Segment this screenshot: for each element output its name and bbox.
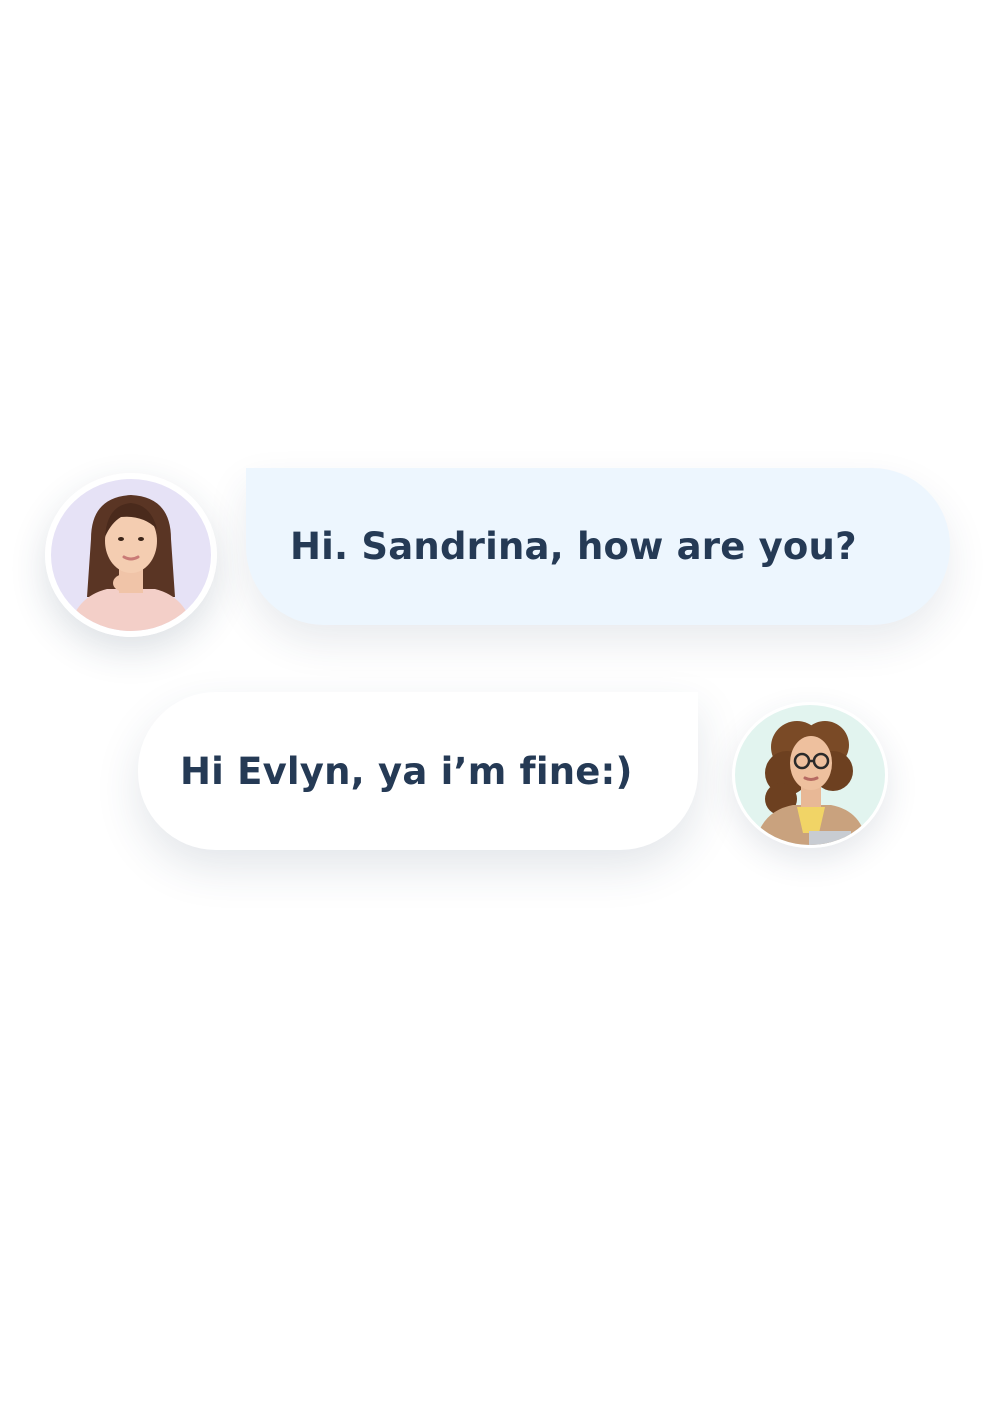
avatar-sandrina (732, 702, 888, 848)
message-bubble-outgoing: Hi Evlyn, ya i’m fine:) (138, 692, 698, 850)
message-bubble-incoming: Hi. Sandrina, how are you? (246, 468, 950, 625)
woman-curly-hair-glasses-avatar (735, 705, 885, 845)
message-text: Hi. Sandrina, how are you? (290, 525, 857, 568)
chat-conversation: Hi. Sandrina, how are you? Hi Evlyn, ya … (0, 0, 992, 1403)
avatar-evlyn (45, 473, 217, 637)
woman-long-brown-hair-avatar (51, 479, 211, 631)
message-text: Hi Evlyn, ya i’m fine:) (180, 749, 633, 793)
